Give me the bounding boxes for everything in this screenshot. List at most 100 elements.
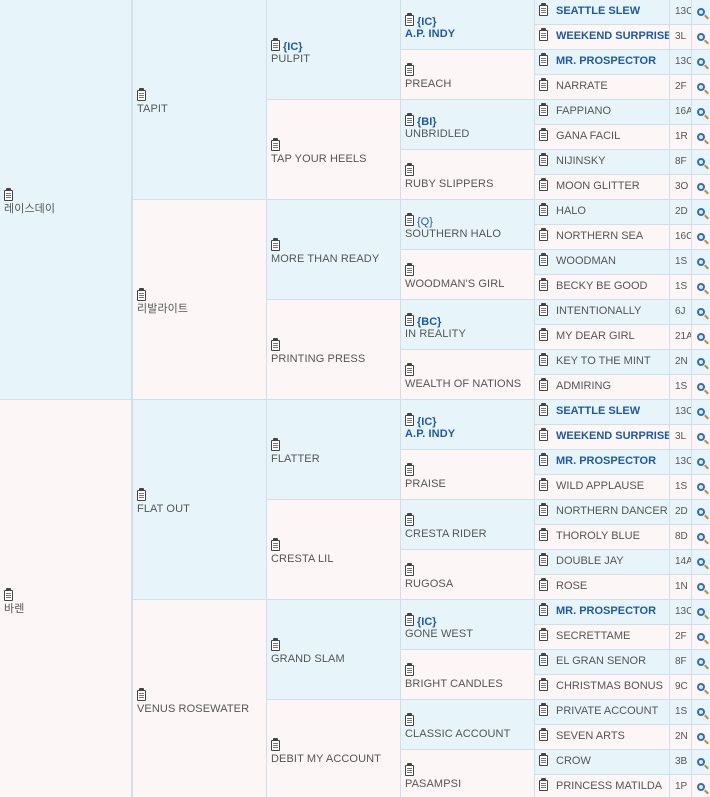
horse-name-link[interactable]: BRIGHT CANDLES (405, 678, 532, 691)
horse-name-link[interactable]: EL GRAN SENOR (556, 655, 646, 667)
horse-name-link[interactable]: THOROLY BLUE (556, 530, 640, 542)
clipboard-icon[interactable] (405, 212, 414, 226)
horse-name-link[interactable]: IN REALITY (405, 328, 532, 341)
clipboard-icon[interactable] (539, 678, 548, 691)
clipboard-icon[interactable] (539, 278, 548, 291)
clipboard-icon[interactable] (539, 78, 548, 91)
search-button[interactable] (691, 325, 710, 350)
search-button[interactable] (691, 700, 710, 725)
clipboard-icon[interactable] (539, 478, 548, 491)
clipboard-icon[interactable] (405, 612, 414, 626)
search-button[interactable] (691, 50, 710, 75)
clipboard-icon[interactable] (539, 728, 548, 741)
horse-name-link[interactable]: PRINTING PRESS (271, 353, 398, 366)
clipboard-icon[interactable] (405, 162, 414, 176)
horse-name-link[interactable]: WEEKEND SURPRISE (556, 30, 669, 42)
horse-name-link[interactable]: BECKY BE GOOD (556, 280, 648, 292)
clipboard-icon[interactable] (271, 737, 280, 751)
clipboard-icon[interactable] (137, 87, 146, 101)
horse-name-link[interactable]: 레이스데이 (4, 203, 129, 216)
horse-name-link[interactable]: PRIVATE ACCOUNT (556, 705, 658, 717)
horse-name-link[interactable]: PREACH (405, 78, 532, 91)
search-button[interactable] (691, 650, 710, 675)
horse-name-link[interactable]: NORTHERN DANCER (556, 505, 668, 517)
search-button[interactable] (691, 750, 710, 775)
clipboard-icon[interactable] (4, 587, 13, 601)
search-button[interactable] (691, 775, 710, 797)
horse-name-link[interactable]: VENUS ROSEWATER (137, 703, 264, 716)
clipboard-icon[interactable] (539, 3, 548, 16)
clipboard-icon[interactable] (539, 778, 548, 791)
clipboard-icon[interactable] (539, 453, 548, 466)
horse-name-link[interactable]: WOODMAN (556, 255, 616, 267)
clipboard-icon[interactable] (137, 287, 146, 301)
clipboard-icon[interactable] (539, 103, 548, 116)
horse-name-link[interactable]: MOON GLITTER (556, 180, 640, 192)
clipboard-icon[interactable] (539, 228, 548, 241)
clipboard-icon[interactable] (539, 28, 548, 41)
search-button[interactable] (691, 575, 710, 600)
clipboard-icon[interactable] (539, 128, 548, 141)
horse-name-link[interactable]: UNBRIDLED (405, 128, 532, 141)
clipboard-icon[interactable] (405, 312, 414, 326)
clipboard-icon[interactable] (539, 178, 548, 191)
horse-name-link[interactable]: TAP YOUR HEELS (271, 153, 398, 166)
search-button[interactable] (691, 400, 710, 425)
horse-name-link[interactable]: FLAT OUT (137, 503, 264, 516)
horse-name-link[interactable]: CHRISTMAS BONUS (556, 680, 663, 692)
clipboard-icon[interactable] (405, 762, 414, 776)
horse-name-link[interactable]: SEVEN ARTS (556, 730, 625, 742)
clipboard-icon[interactable] (539, 578, 548, 591)
horse-name-link[interactable]: CROW (556, 755, 591, 767)
clipboard-icon[interactable] (405, 412, 414, 426)
clipboard-icon[interactable] (539, 203, 548, 216)
horse-name-link[interactable]: MY DEAR GIRL (556, 330, 635, 342)
clipboard-icon[interactable] (405, 512, 414, 526)
search-button[interactable] (691, 550, 710, 575)
search-button[interactable] (691, 100, 710, 125)
clipboard-icon[interactable] (405, 712, 414, 726)
horse-name-link[interactable]: INTENTIONALLY (556, 305, 641, 317)
clipboard-icon[interactable] (405, 12, 414, 26)
horse-name-link[interactable]: SOUTHERN HALO (405, 228, 532, 241)
clipboard-icon[interactable] (405, 362, 414, 376)
search-button[interactable] (691, 600, 710, 625)
horse-name-link[interactable]: PRAISE (405, 478, 532, 491)
horse-name-link[interactable]: SEATTLE SLEW (556, 405, 640, 417)
clipboard-icon[interactable] (271, 137, 280, 151)
search-button[interactable] (691, 250, 710, 275)
search-button[interactable] (691, 350, 710, 375)
clipboard-icon[interactable] (271, 337, 280, 351)
clipboard-icon[interactable] (539, 553, 548, 566)
clipboard-icon[interactable] (539, 603, 548, 616)
search-button[interactable] (691, 0, 710, 25)
search-button[interactable] (691, 375, 710, 400)
clipboard-icon[interactable] (405, 112, 414, 126)
horse-name-link[interactable]: WOODMAN'S GIRL (405, 278, 532, 291)
horse-name-link[interactable]: WEEKEND SURPRISE (556, 430, 669, 442)
clipboard-icon[interactable] (539, 403, 548, 416)
search-button[interactable] (691, 225, 710, 250)
clipboard-icon[interactable] (539, 303, 548, 316)
clipboard-icon[interactable] (405, 262, 414, 276)
horse-name-link[interactable]: PASAMPSI (405, 778, 532, 791)
horse-name-link[interactable]: MR. PROSPECTOR (556, 605, 656, 617)
clipboard-icon[interactable] (539, 753, 548, 766)
clipboard-icon[interactable] (405, 662, 414, 676)
horse-name-link[interactable]: RUBY SLIPPERS (405, 178, 532, 191)
horse-name-link[interactable]: CRESTA RIDER (405, 528, 532, 541)
horse-name-link[interactable]: A.P. INDY (405, 428, 532, 441)
horse-name-link[interactable]: 리발라이트 (137, 303, 264, 316)
clipboard-icon[interactable] (539, 328, 548, 341)
clipboard-icon[interactable] (137, 487, 146, 501)
horse-name-link[interactable]: SEATTLE SLEW (556, 5, 640, 17)
search-button[interactable] (691, 150, 710, 175)
search-button[interactable] (691, 475, 710, 500)
search-button[interactable] (691, 725, 710, 750)
clipboard-icon[interactable] (271, 537, 280, 551)
search-button[interactable] (691, 525, 710, 550)
horse-name-link[interactable]: 바렌 (4, 603, 129, 616)
clipboard-icon[interactable] (271, 637, 280, 651)
search-button[interactable] (691, 125, 710, 150)
horse-name-link[interactable]: A.P. INDY (405, 28, 532, 41)
